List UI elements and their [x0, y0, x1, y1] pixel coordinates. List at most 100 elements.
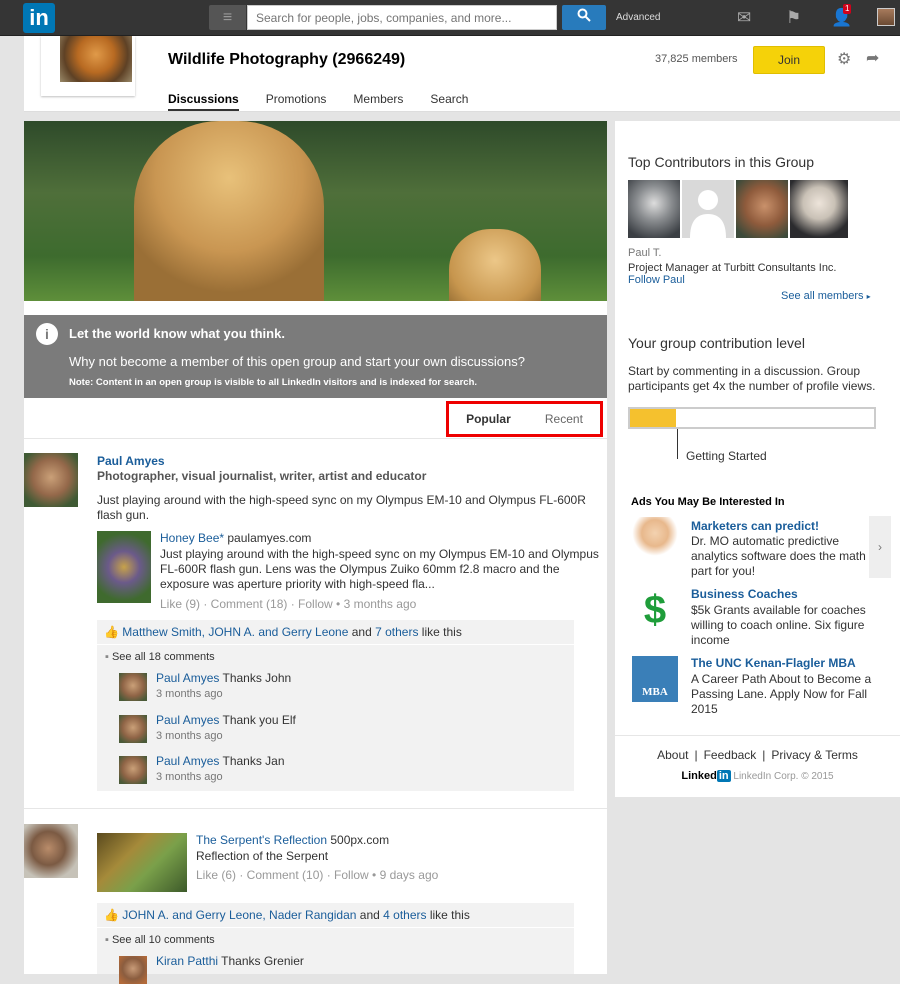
footer-copyright: Linked in LinkedIn Corp. © 2015: [615, 770, 900, 782]
author-avatar[interactable]: [24, 453, 78, 507]
sort-popular[interactable]: Popular: [466, 412, 511, 426]
ad-title[interactable]: Marketers can predict!: [691, 519, 819, 533]
comment-line: Paul Amyes Thanks Jan: [156, 754, 285, 768]
default-person-icon: [690, 190, 726, 238]
tab-search[interactable]: Search: [430, 92, 468, 111]
see-all-members-link[interactable]: See all members ▸: [781, 290, 871, 302]
others-link[interactable]: 7 others: [375, 625, 418, 639]
thumbs-up-icon: 👍: [104, 908, 119, 922]
likers-link[interactable]: Matthew Smith, JOHN A. and Gerry Leone: [122, 625, 348, 639]
link-title[interactable]: The Serpent's Reflection: [196, 833, 327, 847]
member-count[interactable]: 37,825 members: [655, 53, 738, 65]
link-title[interactable]: Honey Bee*: [160, 531, 224, 545]
linkedin-logo[interactable]: in: [23, 3, 55, 33]
search-input[interactable]: [247, 5, 557, 30]
commenter-avatar[interactable]: [119, 715, 147, 743]
link-source: paulamyes.com: [224, 531, 312, 545]
ad-title[interactable]: The UNC Kenan-Flagler MBA: [691, 656, 856, 670]
ad-image-doctor[interactable]: [632, 517, 678, 563]
ad-title[interactable]: Business Coaches: [691, 587, 798, 601]
see-all-members-label: See all members: [781, 290, 864, 302]
link-description: Reflection of the Serpent: [196, 849, 329, 863]
commenter-name[interactable]: Paul Amyes: [156, 671, 219, 685]
likers-link[interactable]: JOHN A. and Gerry Leone, Nader Rangidan: [122, 908, 356, 922]
see-all-label: See all 10 comments: [111, 934, 215, 946]
divider: [24, 808, 607, 809]
comment-time: 3 months ago: [156, 771, 223, 783]
commenter-avatar[interactable]: [119, 956, 147, 984]
comments-box: ▪ See all 18 comments Paul Amyes Thanks …: [97, 645, 574, 791]
dollar-icon[interactable]: $: [632, 587, 678, 633]
contributor-avatar[interactable]: [736, 180, 788, 238]
group-logo[interactable]: [41, 36, 135, 96]
flag-icon[interactable]: ⚑: [786, 8, 801, 28]
comment-item: Paul Amyes Thanks John 3 months ago: [119, 671, 559, 711]
footer-sep: |: [694, 748, 698, 762]
post-actions[interactable]: Like (6) · Comment (10) · Follow • 9 day…: [196, 868, 438, 882]
footer-privacy[interactable]: Privacy & Terms: [771, 748, 857, 762]
brand-text: Linked: [681, 770, 717, 782]
messages-icon[interactable]: ✉: [737, 8, 751, 28]
commenter-name[interactable]: Paul Amyes: [156, 713, 219, 727]
see-all-comments[interactable]: ▪ See all 10 comments: [105, 934, 215, 946]
brand-in: in: [716, 770, 731, 782]
info-heading: Let the world know what you think.: [69, 326, 285, 341]
comment-icon: ▪: [105, 651, 109, 663]
contributor-avatar[interactable]: [790, 180, 848, 238]
thumbs-up-icon: 👍: [104, 625, 119, 639]
profile-avatar[interactable]: [877, 8, 895, 26]
search-icon: [577, 8, 591, 26]
info-text: Why not become a member of this open gro…: [69, 354, 525, 369]
group-banner-image: [24, 121, 607, 301]
search-button[interactable]: [562, 5, 606, 30]
comment-icon: ▪: [105, 934, 109, 946]
footer-feedback[interactable]: Feedback: [704, 748, 757, 762]
menu-icon[interactable]: ≡: [209, 5, 246, 30]
group-tabs: Discussions Promotions Members Search: [168, 92, 495, 111]
contribution-progress-bar: [628, 407, 876, 429]
commenter-name[interactable]: Paul Amyes: [156, 754, 219, 768]
level-label: Getting Started: [686, 449, 767, 463]
tab-discussions[interactable]: Discussions: [168, 92, 239, 111]
author-avatar[interactable]: [24, 824, 78, 878]
footer-about[interactable]: About: [657, 748, 688, 762]
copyright-text: LinkedIn Corp. © 2015: [733, 771, 834, 782]
info-icon: i: [36, 323, 58, 345]
advanced-search-link[interactable]: Advanced: [616, 12, 660, 23]
contributor-avatar[interactable]: [628, 180, 680, 238]
top-navigation-bar: in ≡ Advanced ✉ ⚑ 👤 1: [0, 0, 900, 36]
tab-members[interactable]: Members: [353, 92, 403, 111]
follow-link[interactable]: Follow Paul: [628, 274, 685, 286]
post-author[interactable]: Paul Amyes: [97, 454, 165, 468]
top-contributors-title: Top Contributors in this Group: [628, 154, 814, 170]
serpent-thumbnail[interactable]: [97, 833, 187, 892]
comment-time: 3 months ago: [156, 688, 223, 700]
tab-promotions[interactable]: Promotions: [266, 92, 327, 111]
notification-badge: 1: [843, 4, 852, 14]
commenter-name[interactable]: Kiran Patthi: [156, 954, 218, 968]
mba-logo[interactable]: MBA: [632, 656, 678, 702]
comment-line: Paul Amyes Thanks John: [156, 671, 291, 685]
share-icon[interactable]: ➦: [866, 48, 879, 68]
likes-suffix: like this: [418, 625, 462, 639]
likes-summary: 👍 Matthew Smith, JOHN A. and Gerry Leone…: [97, 620, 574, 644]
link-description: Just playing around with the high-speed …: [160, 547, 599, 591]
contributor-name: Paul T.: [628, 247, 662, 259]
join-button[interactable]: Join: [753, 46, 825, 74]
contributor-avatar[interactable]: [682, 180, 734, 238]
commenter-avatar[interactable]: [119, 673, 147, 701]
honey-bee-thumbnail[interactable]: [97, 531, 151, 603]
post-actions[interactable]: Like (9) · Comment (18) · Follow • 3 mon…: [160, 597, 416, 611]
others-link[interactable]: 4 others: [383, 908, 426, 922]
join-info-box: i Let the world know what you think. Why…: [24, 315, 607, 398]
ads-next-arrow[interactable]: ›: [869, 516, 891, 578]
linkedin-footer-logo[interactable]: Linked in: [681, 770, 731, 782]
likes-and: and: [356, 908, 384, 922]
commenter-avatar[interactable]: [119, 756, 147, 784]
sort-recent[interactable]: Recent: [545, 412, 583, 426]
sort-toggle: Popular Recent: [446, 401, 603, 437]
gear-icon[interactable]: ⚙: [837, 49, 851, 69]
chevron-right-icon: ▸: [866, 292, 871, 301]
shared-link: The Serpent's Reflection 500px.com: [196, 833, 576, 848]
see-all-comments[interactable]: ▪ See all 18 comments: [105, 651, 215, 663]
